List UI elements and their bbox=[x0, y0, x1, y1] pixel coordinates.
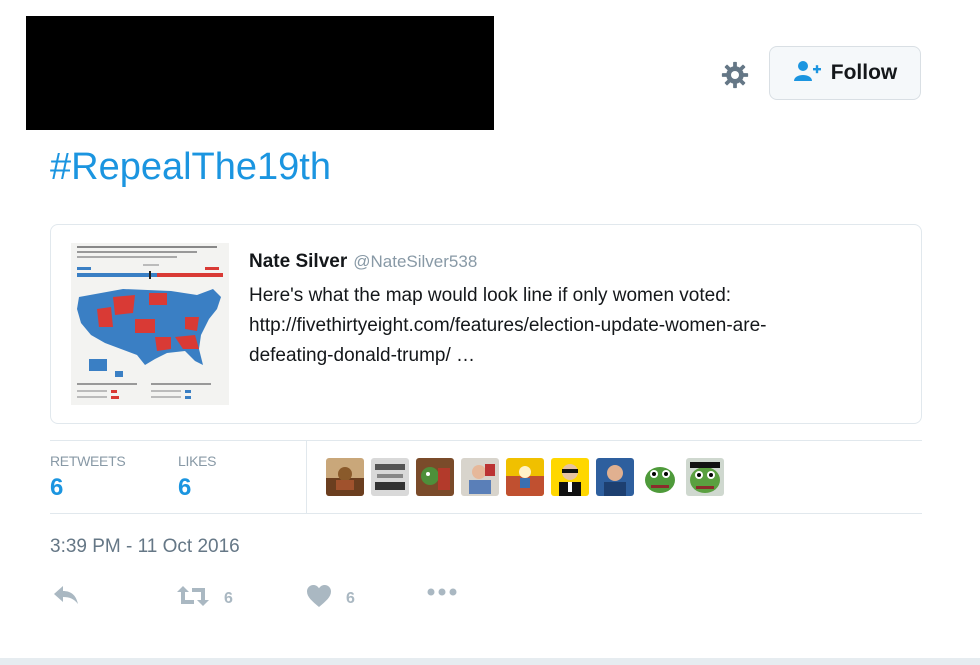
bottom-border bbox=[0, 658, 980, 665]
quoted-text-line-2[interactable]: http://fivethirtyeight.com/features/elec… bbox=[249, 311, 899, 341]
likes-count[interactable]: 6 bbox=[178, 474, 191, 502]
tweet-timestamp[interactable]: 3:39 PM - 11 Oct 2016 bbox=[50, 536, 240, 558]
quoted-tweet-card[interactable]: Nate Silver @NateSilver538 Here's what th… bbox=[50, 224, 922, 424]
follow-label: Follow bbox=[830, 61, 898, 84]
retweet-icon bbox=[176, 584, 210, 613]
avatar[interactable] bbox=[506, 458, 544, 496]
stats-divider-top bbox=[50, 440, 922, 441]
avatar[interactable] bbox=[551, 458, 589, 496]
hashtag-link[interactable]: #RepealThe19th bbox=[50, 146, 331, 189]
quoted-text-line-1: Here's what the map would look line if o… bbox=[249, 285, 732, 306]
settings-gear-icon[interactable] bbox=[719, 59, 751, 91]
quoted-tweet-text: Here's what the map would look line if o… bbox=[249, 281, 899, 371]
like-action-count: 6 bbox=[346, 589, 355, 607]
stats-divider-vertical bbox=[306, 441, 307, 513]
avatar[interactable] bbox=[641, 458, 679, 496]
liker-avatars bbox=[326, 458, 724, 496]
more-icon bbox=[426, 584, 458, 602]
add-user-icon bbox=[793, 60, 821, 87]
stats-divider-bottom bbox=[50, 513, 922, 514]
reply-button[interactable] bbox=[52, 584, 80, 611]
retweets-count[interactable]: 6 bbox=[50, 474, 63, 502]
reply-icon bbox=[52, 584, 80, 611]
like-button[interactable]: 6 bbox=[306, 584, 355, 613]
quoted-author-handle[interactable]: @NateSilver538 bbox=[353, 252, 477, 271]
map-thumbnail-image bbox=[71, 243, 229, 405]
avatar[interactable] bbox=[416, 458, 454, 496]
quoted-author-name[interactable]: Nate Silver bbox=[249, 251, 347, 272]
avatar[interactable] bbox=[686, 458, 724, 496]
redacted-profile-block bbox=[26, 16, 494, 130]
retweet-button[interactable]: 6 bbox=[176, 584, 233, 613]
avatar[interactable] bbox=[461, 458, 499, 496]
retweets-label: RETWEETS bbox=[50, 453, 126, 469]
quoted-tweet-header: Nate Silver @NateSilver538 bbox=[249, 251, 477, 273]
avatar[interactable] bbox=[596, 458, 634, 496]
more-button[interactable] bbox=[426, 584, 458, 602]
likes-label: LIKES bbox=[178, 453, 217, 469]
avatar[interactable] bbox=[371, 458, 409, 496]
follow-button[interactable]: Follow bbox=[769, 46, 921, 100]
quoted-text-line-3[interactable]: defeating-donald-trump/ … bbox=[249, 341, 899, 371]
heart-icon bbox=[306, 584, 332, 613]
avatar[interactable] bbox=[326, 458, 364, 496]
retweet-action-count: 6 bbox=[224, 589, 233, 607]
